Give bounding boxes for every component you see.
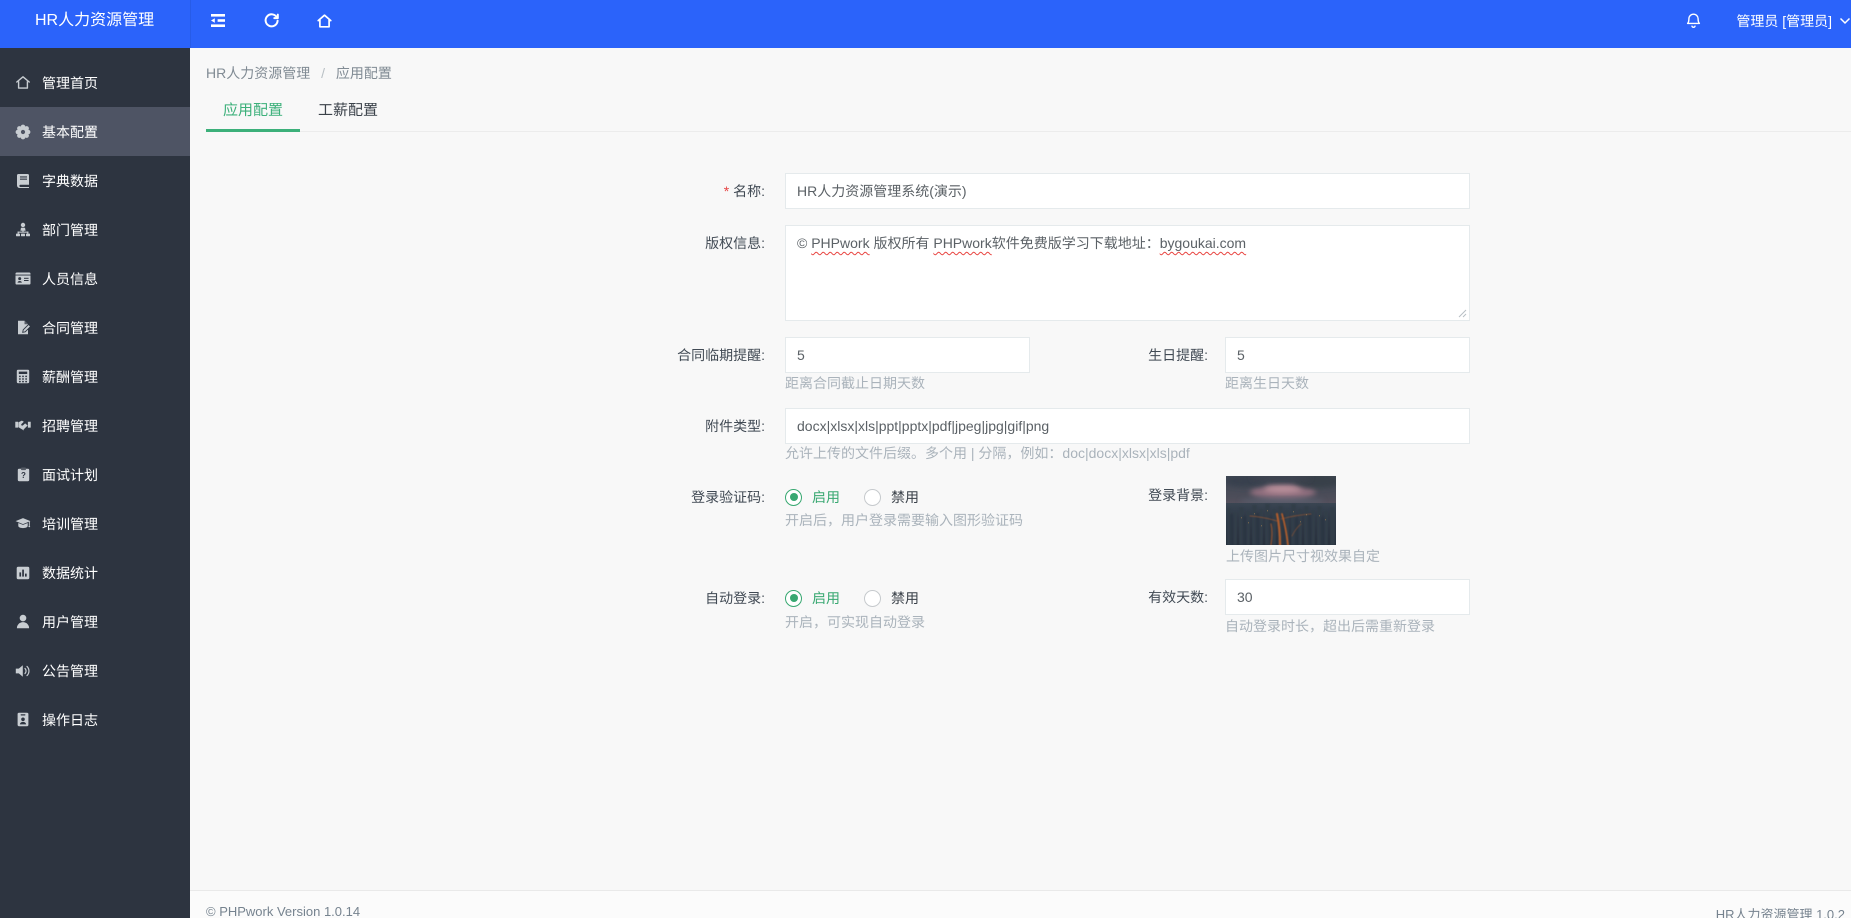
svg-text:?: ? <box>21 471 26 480</box>
